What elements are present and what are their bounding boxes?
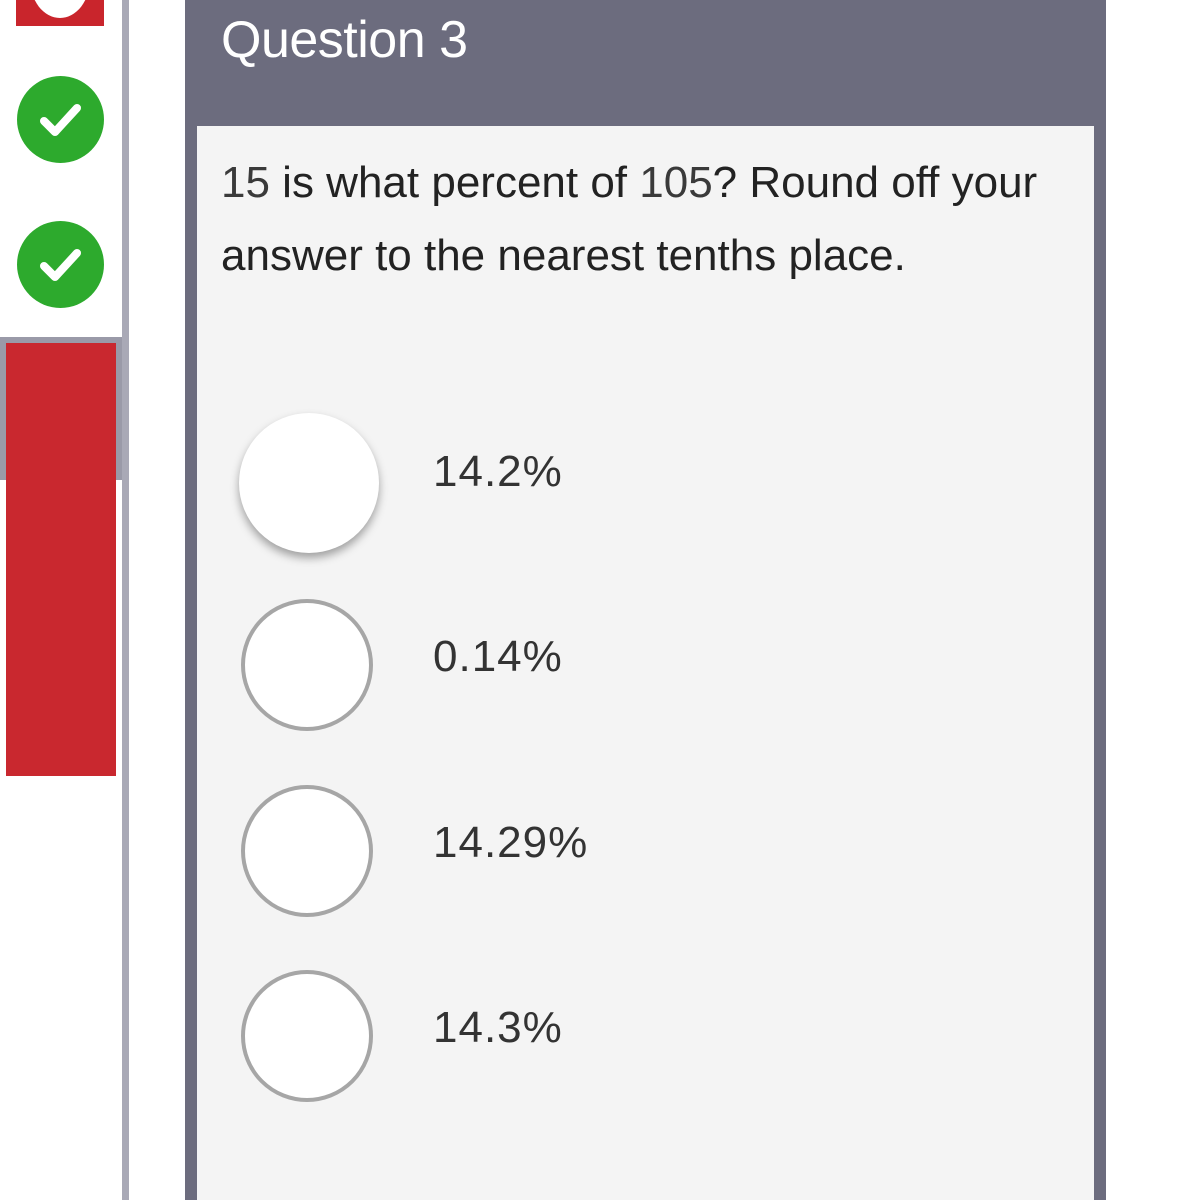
answer-option-2[interactable]: 0.14% — [241, 599, 1041, 739]
radio-button[interactable] — [239, 413, 379, 553]
nav-scrollbar[interactable] — [122, 0, 129, 1200]
radio-button[interactable] — [241, 970, 373, 1102]
answer-label: 14.29% — [433, 818, 589, 867]
radio-button[interactable] — [241, 785, 373, 917]
answer-option-4[interactable]: 14.3% — [241, 970, 1041, 1110]
question-nav-item-1[interactable] — [16, 0, 104, 26]
quiz-page: Question 3 15 is what percent of 105? Ro… — [0, 0, 1200, 1200]
x-icon — [30, 0, 90, 18]
answer-label: 14.3% — [433, 1003, 563, 1052]
question-nav-rail — [0, 0, 122, 1200]
check-icon — [40, 104, 81, 136]
question-prompt: 15 is what percent of 105? Round off you… — [221, 146, 1071, 292]
question-nav-item-3[interactable] — [17, 221, 104, 308]
prompt-number: 105 — [639, 158, 713, 207]
question-panel: Question 3 15 is what percent of 105? Ro… — [185, 0, 1106, 1200]
prompt-number: 15 — [221, 158, 270, 207]
answer-label: 0.14% — [433, 632, 563, 681]
question-body: 15 is what percent of 105? Round off you… — [197, 126, 1094, 1200]
question-header: Question 3 — [185, 0, 1106, 126]
question-nav-item-current[interactable] — [6, 343, 116, 776]
question-title: Question 3 — [221, 11, 468, 69]
prompt-text: is what percent of — [269, 158, 640, 207]
question-nav-item-2[interactable] — [17, 76, 104, 163]
answer-option-1[interactable]: 14.2% — [239, 413, 1041, 554]
radio-button[interactable] — [241, 599, 373, 731]
answer-label: 14.2% — [433, 447, 563, 496]
answer-option-3[interactable]: 14.29% — [241, 785, 1041, 925]
check-icon — [40, 249, 81, 281]
